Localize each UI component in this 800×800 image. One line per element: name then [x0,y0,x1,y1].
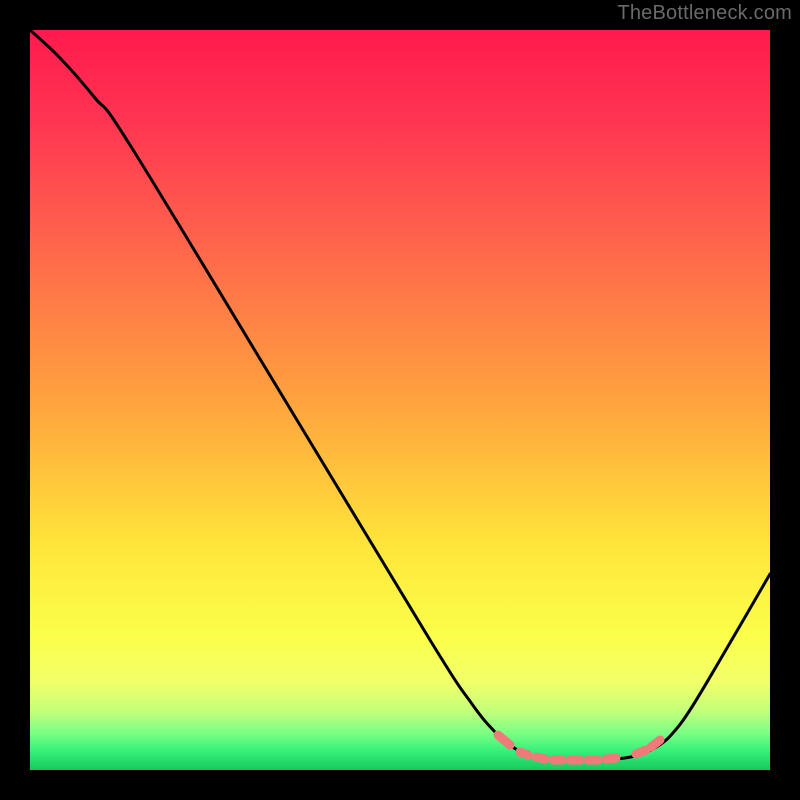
plot-background [30,30,770,770]
bottleneck-chart [0,0,800,800]
chart-container: TheBottleneck.com [0,0,800,800]
watermark-text: TheBottleneck.com [617,2,792,25]
